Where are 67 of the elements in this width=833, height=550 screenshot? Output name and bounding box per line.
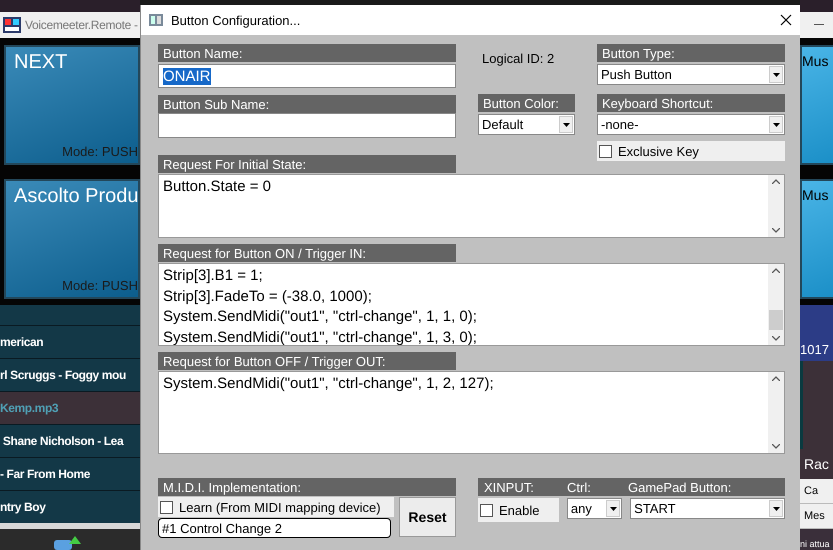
section-label: Ctrl:	[567, 480, 592, 494]
scroll-thumb[interactable]	[769, 310, 783, 330]
scrollbar[interactable]	[768, 264, 784, 345]
playlist-row[interactable]: ntry Boy	[0, 490, 140, 523]
playlist-row[interactable]: Kemp.mp3	[0, 391, 140, 424]
script-field[interactable]: Button.State = 0	[158, 174, 785, 238]
checkbox[interactable]	[480, 504, 493, 516]
checkbox[interactable]	[160, 500, 173, 514]
section-label: Request for Button OFF / Trigger OUT:	[158, 352, 456, 370]
close-icon[interactable]	[780, 14, 792, 26]
script-field[interactable]: Strip[3].B1 = 1; Strip[3].FadeTo = (-38.0, 1000); System.SendMidi("out1", "ctrl-change", 1, 1, 0); System.SendMidi("out1", "ctrl-change", 1, 3, 0);	[158, 263, 785, 346]
type-dropdown[interactable]: Push Button	[597, 64, 785, 85]
playlist-row[interactable]: rl Scruggs - Foggy mou	[0, 358, 140, 391]
section-label: Button Color:	[478, 94, 575, 112]
section-label: XINPUT:	[484, 480, 535, 494]
section-label: Button Name:	[158, 44, 456, 62]
logical-id-label: Logical ID: 2	[481, 50, 556, 68]
playlist-row[interactable]: - Far From Home	[0, 457, 140, 490]
section-label: Keyboard Shortcut:	[597, 94, 785, 112]
window-title: Voicemeeter.Remote -	[25, 18, 138, 32]
section-label: Button Sub Name:	[158, 95, 456, 113]
scrollbar[interactable]	[768, 175, 784, 237]
shortcut-dropdown[interactable]: -none-	[597, 114, 785, 135]
macro-button[interactable]: Ascolto Produ Mode: PUSH	[4, 179, 140, 299]
script-field[interactable]: System.SendMidi("out1", "ctrl-change", 1, 2, 127);	[158, 371, 785, 454]
sub-name-field[interactable]	[158, 113, 456, 138]
app-icon	[3, 17, 21, 33]
mapping-field[interactable]: #1 Control Change 2	[158, 518, 391, 538]
macro-button[interactable]: Mus	[800, 179, 833, 299]
window-icon	[149, 14, 163, 26]
name-field[interactable]: ONAIR	[158, 64, 456, 88]
scroll-up-icon[interactable]	[772, 268, 780, 273]
scroll-down-icon[interactable]	[772, 228, 780, 233]
macro-button-name: Ascolto Produ	[14, 185, 138, 208]
macro-button[interactable]: Mus	[800, 45, 833, 165]
background-strip	[800, 0, 833, 12]
reset-button[interactable]: Reset	[399, 497, 456, 537]
section-label: Request For Initial State:	[158, 155, 456, 173]
section-label: GamePad Button:	[628, 480, 732, 494]
scroll-up-icon[interactable]	[772, 179, 780, 184]
scroll-up-icon[interactable]	[772, 376, 780, 381]
checkbox[interactable]	[599, 144, 612, 158]
counter-text: 1017	[800, 342, 829, 357]
tab[interactable]: Mes	[800, 504, 833, 529]
scrollbar[interactable]	[768, 372, 784, 453]
status-text: ni attua	[800, 538, 831, 549]
upload-icon	[52, 536, 82, 550]
section-label: Button Type:	[597, 44, 785, 62]
scroll-down-icon[interactable]	[772, 444, 780, 449]
gamepad-dropdown[interactable]: START	[630, 498, 786, 519]
scroll-down-icon[interactable]	[772, 336, 780, 341]
dialog-title: Button Configuration...	[171, 12, 302, 28]
ctrl-dropdown[interactable]: any	[566, 498, 622, 519]
mode-label: Mode: PUSH	[62, 278, 138, 293]
section-label: Request for Button ON / Trigger IN:	[158, 244, 456, 262]
mode-label: Mode: PUSH	[62, 144, 138, 159]
tab[interactable]: Ca	[800, 479, 833, 504]
playlist-row[interactable]: merican	[0, 325, 140, 358]
section-label: M.I.D.I. Implementation:	[158, 478, 456, 496]
playlist-row[interactable]: Shane Nicholson - Lea	[0, 424, 140, 457]
macro-button[interactable]: NEXT Mode: PUSH	[4, 45, 140, 165]
checkbox-label: Learn (From MIDI mapping device)	[179, 500, 381, 514]
macro-button-name: NEXT	[14, 51, 68, 74]
checkbox-label: Exclusive Key	[618, 144, 699, 158]
minimize-icon[interactable]	[814, 24, 824, 26]
checkbox-label: Enable	[499, 502, 540, 518]
color-dropdown[interactable]: Default	[478, 114, 575, 135]
